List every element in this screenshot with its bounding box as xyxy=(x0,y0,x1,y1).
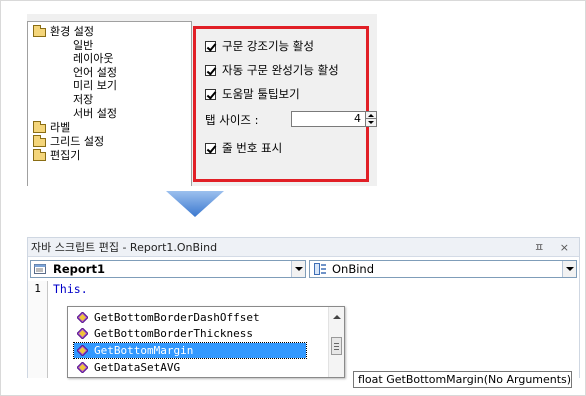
folder-icon xyxy=(33,149,46,161)
object-combo[interactable]: Report1 xyxy=(30,260,306,278)
line-number-checkbox[interactable]: 줄 번호 표시 xyxy=(205,140,282,156)
line-number-gutter: 1 xyxy=(28,281,48,378)
autocomplete-label: GetDataSetAVG xyxy=(94,361,181,374)
checkbox-label: 줄 번호 표시 xyxy=(222,141,283,155)
autocomplete-label: GetBottomBorderThickness xyxy=(94,327,253,340)
form-icon xyxy=(34,264,46,274)
tree-item-server[interactable]: 서버 설정 xyxy=(73,107,117,121)
title-buttons[interactable]: ㅍ × xyxy=(534,238,575,257)
settings-tree[interactable]: 환경 설정 일반 레이아웃 언어 설정 미리 보기 저장 서버 설정 라벨 그리… xyxy=(27,21,192,186)
event-combo[interactable]: OnBind xyxy=(309,260,577,278)
scroll-up-icon[interactable] xyxy=(333,315,341,319)
tree-item-label: 라벨 xyxy=(50,121,71,134)
folder-icon xyxy=(33,25,46,37)
checkbox-checked-icon xyxy=(205,64,216,76)
autocomplete-item[interactable]: GetBottomBorderDashOffset xyxy=(74,310,260,325)
autocomplete-scrollbar[interactable] xyxy=(328,307,344,377)
event-combo-value: OnBind xyxy=(332,262,375,276)
tree-item-general[interactable]: 일반 xyxy=(73,39,93,53)
code-line[interactable]: This. xyxy=(53,281,88,297)
tab-size-spinner[interactable]: 4 xyxy=(291,111,377,127)
autocomplete-list[interactable]: GetBottomBorderDashOffset GetBottomBorde… xyxy=(67,306,345,378)
event-icon xyxy=(314,263,326,275)
auto-complete-checkbox[interactable]: 자동 구문 완성기능 활성 xyxy=(205,62,339,78)
method-icon xyxy=(77,328,88,339)
method-icon xyxy=(77,312,88,323)
checkbox-label: 자동 구문 완성기능 활성 xyxy=(222,63,339,77)
object-combo-value: Report1 xyxy=(53,262,105,276)
autocomplete-item-selected[interactable]: GetBottomMargin xyxy=(73,342,307,359)
tree-item-label: 그리드 설정 xyxy=(50,135,105,148)
tree-item-preview[interactable]: 미리 보기 xyxy=(73,79,117,93)
tree-item-label: 환경 설정 xyxy=(50,25,94,38)
down-arrow-icon xyxy=(166,191,224,217)
autocomplete-item[interactable]: GetBottomBorderThickness xyxy=(74,326,253,341)
tab-size-value: 4 xyxy=(354,112,361,125)
checkbox-label: 도움말 툴팁보기 xyxy=(222,87,300,101)
chevron-down-icon[interactable] xyxy=(562,261,576,277)
tree-item-label: 편집기 xyxy=(50,149,81,162)
autocomplete-label: GetBottomMargin xyxy=(94,344,194,357)
editor-title: 자바 스크립트 편집 - Report1.OnBind xyxy=(31,241,218,254)
tree-item-save[interactable]: 저장 xyxy=(73,93,93,107)
spinner-buttons[interactable] xyxy=(365,112,377,126)
syntax-highlight-checkbox[interactable]: 구문 강조기능 활성 xyxy=(205,38,314,54)
scroll-thumb[interactable] xyxy=(331,337,342,355)
autocomplete-item[interactable]: GetDataSetAVG xyxy=(74,360,180,375)
help-tooltip-checkbox[interactable]: 도움말 툴팁보기 xyxy=(205,86,300,102)
line-number: 1 xyxy=(34,282,41,295)
folder-icon xyxy=(33,121,46,133)
checkbox-checked-icon xyxy=(205,88,216,100)
autocomplete-label: GetBottomBorderDashOffset xyxy=(94,311,260,324)
checkbox-label: 구문 강조기능 활성 xyxy=(222,39,314,53)
spin-up-icon[interactable] xyxy=(368,114,374,117)
checkbox-checked-icon xyxy=(205,142,216,154)
tree-item-layout[interactable]: 레이아웃 xyxy=(73,52,113,66)
tab-size-label: 탭 사이즈 : xyxy=(205,113,259,127)
method-tooltip: float GetBottomMargin(No Arguments) xyxy=(353,371,572,388)
method-icon xyxy=(77,362,88,373)
chevron-down-icon[interactable] xyxy=(291,261,305,277)
folder-icon xyxy=(33,135,46,147)
highlight-box: 구문 강조기능 활성 자동 구문 완성기능 활성 도움말 툴팁보기 탭 사이즈 … xyxy=(193,26,377,182)
editor-title-bar: 자바 스크립트 편집 - Report1.OnBind ㅍ × xyxy=(28,238,579,257)
tab-size-row: 탭 사이즈 : 4 xyxy=(205,111,377,128)
tree-item-language[interactable]: 언어 설정 xyxy=(73,66,117,80)
method-icon xyxy=(77,345,88,356)
spin-down-icon[interactable] xyxy=(368,121,374,124)
checkbox-checked-icon xyxy=(205,40,216,52)
